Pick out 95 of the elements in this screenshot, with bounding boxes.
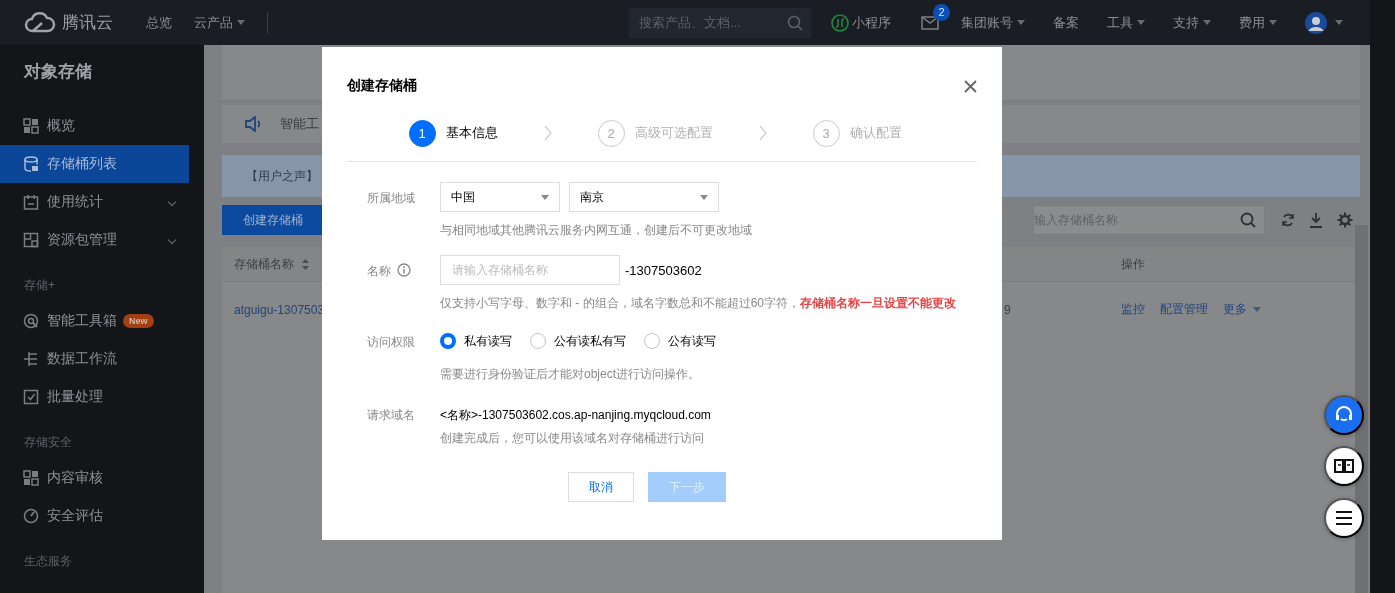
item-label: 概览 xyxy=(47,117,75,135)
book-icon xyxy=(1334,458,1354,474)
nav-link[interactable]: 云产品 xyxy=(194,13,245,32)
database-icon xyxy=(23,156,39,172)
radio-option[interactable]: 公有读写 xyxy=(644,332,716,350)
caret-icon xyxy=(1253,307,1261,312)
sidebar-title: 对象存储 xyxy=(22,61,93,83)
dropdown[interactable]: 南京 xyxy=(569,182,719,212)
sidebar-item[interactable]: 数据工作流 xyxy=(0,340,189,378)
sidebar-item[interactable]: 资源包管理 xyxy=(0,221,189,259)
input-field[interactable]: 请输入存储桶名称 xyxy=(440,255,620,285)
radio-option[interactable]: 私有读写 xyxy=(440,332,512,350)
item-label: 内容审核 xyxy=(47,469,103,487)
caret-icon xyxy=(237,20,245,25)
field-label: 请求域名 xyxy=(367,407,415,424)
flow-icon xyxy=(23,351,39,367)
action-link[interactable]: 配置管理 xyxy=(1160,301,1208,318)
action-link[interactable]: 更多 xyxy=(1223,301,1261,318)
sidebar-item[interactable]: 安全评估 xyxy=(0,497,189,535)
field-label: 所属地域 xyxy=(367,190,415,207)
search-icon xyxy=(787,14,803,31)
mini-program-link[interactable]: 小程序 xyxy=(831,13,891,32)
hint-text: 仅支持小写字母、数字和 - 的组合，域名字数总和不能超过60字符，存储桶名称一旦设置不能更改 xyxy=(440,295,956,312)
magnifier-icon xyxy=(23,313,39,329)
caret-icon xyxy=(1335,20,1343,25)
chevron-right-icon xyxy=(758,125,767,141)
field-label: 访问权限 xyxy=(367,334,415,351)
sidebar-item[interactable]: 使用统计 xyxy=(0,183,189,221)
refresh-icon[interactable] xyxy=(1281,212,1295,228)
list-icon xyxy=(1335,511,1353,525)
search-icon xyxy=(1240,212,1256,228)
cancel-button[interactable]: 取消 xyxy=(568,472,634,502)
section-heading: 存储+ xyxy=(23,277,56,294)
new-badge: New xyxy=(123,314,154,328)
sidebar-item[interactable]: 概览 xyxy=(0,107,189,145)
sidebar-item[interactable]: 批量处理 xyxy=(0,378,189,416)
caret-icon xyxy=(700,194,708,200)
calendar-icon xyxy=(23,194,39,210)
gauge-icon xyxy=(23,508,39,524)
caret-icon xyxy=(1269,20,1277,25)
section-heading: 存储安全 xyxy=(23,434,73,451)
chevron-right-icon xyxy=(543,125,552,141)
radio-option[interactable]: 公有读私有写 xyxy=(530,332,626,350)
settings-icon[interactable] xyxy=(1337,212,1353,228)
sidebar-item[interactable]: 智能工具箱 New xyxy=(0,302,189,340)
sidebar-item[interactable]: 存储桶列表 xyxy=(0,145,189,183)
item-label: 安全评估 xyxy=(47,507,103,525)
close-icon[interactable] xyxy=(964,79,977,93)
hint-text: 需要进行身份验证后才能对object进行访问操作。 xyxy=(440,366,702,383)
caret-icon xyxy=(1203,20,1211,25)
info-icon xyxy=(397,263,411,277)
section-heading: 生态服务 xyxy=(23,553,73,570)
logo-text: 腾讯云 xyxy=(62,12,113,34)
nav-link[interactable]: 总览 xyxy=(146,13,172,32)
notice-text: 智能工 xyxy=(280,115,319,133)
menu-link[interactable]: 备案 xyxy=(1053,13,1079,32)
grid-icon xyxy=(23,470,39,486)
menu-link[interactable]: 工具 xyxy=(1107,13,1145,32)
sidebar-item[interactable]: 内容审核 xyxy=(0,459,189,497)
cloud-logo-icon xyxy=(24,11,56,34)
menu-link[interactable]: 费用 xyxy=(1239,13,1277,32)
package-icon xyxy=(23,232,39,248)
hint-text: 创建完成后，您可以使用该域名对存储桶进行访问 xyxy=(440,430,705,447)
suffix-text: -1307503602 xyxy=(625,262,702,278)
domain-text: <名称>-1307503602.cos.ap-nanjing.myqcloud.com xyxy=(440,407,711,424)
item-label: 存储桶列表 xyxy=(47,155,117,173)
item-label: 资源包管理 xyxy=(47,231,117,249)
item-label: 批量处理 xyxy=(47,388,103,406)
item-label: 数据工作流 xyxy=(47,350,117,368)
field-label: 名称 xyxy=(367,263,391,280)
hint-text: 与相同地域其他腾讯云服务内网互通，创建后不可更改地域 xyxy=(440,222,752,239)
dropdown[interactable]: 中国 xyxy=(440,182,560,212)
table-cell-text: 9 xyxy=(1004,302,1012,317)
speaker-icon xyxy=(244,116,262,132)
count-badge: 2 xyxy=(933,3,950,21)
caret-icon xyxy=(1017,20,1025,25)
menu-link[interactable]: 支持 xyxy=(1173,13,1211,32)
avatar-icon[interactable] xyxy=(1305,11,1327,34)
caret-icon xyxy=(541,194,549,200)
caret-icon xyxy=(1137,20,1145,25)
column-header: 存储桶名称 xyxy=(234,255,294,273)
mail-icon[interactable] xyxy=(921,15,939,30)
announcement-text: 【用户之声】 xyxy=(246,167,318,185)
column-header: 操作 xyxy=(1121,256,1145,271)
step[interactable]: 1 基本信息 xyxy=(408,119,498,147)
item-label: 智能工具箱 xyxy=(47,312,117,330)
item-label: 使用统计 xyxy=(47,193,103,211)
mini-program-icon xyxy=(831,13,849,32)
download-icon[interactable] xyxy=(1309,212,1323,228)
create-bucket-button[interactable]: 创建存储桶 xyxy=(222,205,324,235)
grid-icon xyxy=(23,118,39,134)
action-link[interactable]: 监控 xyxy=(1121,301,1145,318)
menu-link[interactable]: 集团账号 xyxy=(961,13,1025,32)
dialog-title: 创建存储桶 xyxy=(347,77,417,95)
checkbox-icon xyxy=(23,389,39,405)
